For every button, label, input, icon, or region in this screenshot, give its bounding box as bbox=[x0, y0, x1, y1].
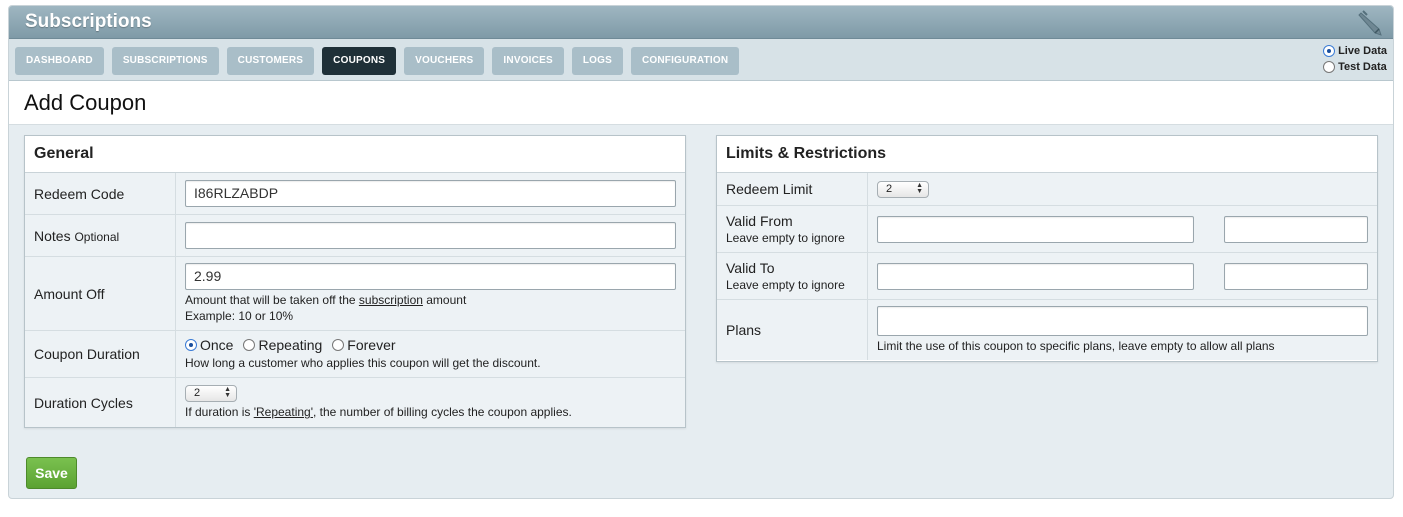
tab-customers[interactable]: CUSTOMERS bbox=[226, 47, 315, 75]
amount-off-input[interactable]: 2.99 bbox=[185, 263, 676, 290]
redeem-limit-field-wrap: 2 ▲ ▼ bbox=[868, 173, 1377, 205]
coupon-duration-field-wrap: Once Repeating Forever How long a custom… bbox=[176, 331, 685, 377]
plans-label: Plans bbox=[717, 300, 868, 360]
valid-to-label: Valid To Leave empty to ignore bbox=[717, 253, 868, 299]
live-data-option[interactable]: Live Data bbox=[1323, 43, 1387, 59]
pen-icon bbox=[1358, 10, 1382, 36]
select-arrows-icon: ▲ ▼ bbox=[916, 181, 923, 195]
tab-invoices[interactable]: INVOICES bbox=[492, 47, 564, 75]
test-data-radio[interactable] bbox=[1323, 61, 1336, 73]
tab-configuration[interactable]: CONFIGURATION bbox=[630, 47, 740, 75]
tab-logs[interactable]: LOGS bbox=[571, 47, 623, 75]
notes-field-wrap bbox=[176, 215, 685, 256]
notes-row: Notes Optional bbox=[25, 215, 685, 257]
coupon-duration-row: Coupon Duration Once Repeating Forever H… bbox=[25, 331, 685, 378]
valid-to-date-input[interactable] bbox=[877, 262, 1194, 290]
save-button[interactable]: Save bbox=[26, 457, 77, 489]
redeem-limit-select[interactable]: 2 ▲ ▼ bbox=[877, 180, 929, 198]
duration-repeating-radio[interactable] bbox=[243, 339, 256, 351]
valid-from-time-input[interactable] bbox=[1224, 215, 1368, 243]
app-window: Subscriptions DASHBOARD SUBSCRIPTIONS CU… bbox=[8, 5, 1394, 499]
coupon-duration-label: Coupon Duration bbox=[25, 331, 176, 377]
notes-label: Notes Optional bbox=[25, 215, 176, 256]
redeem-code-input[interactable]: I86RLZABDP bbox=[185, 180, 676, 207]
notes-input[interactable] bbox=[185, 222, 676, 249]
duration-once-radio[interactable] bbox=[185, 339, 197, 351]
tab-vouchers[interactable]: VOUCHERS bbox=[404, 47, 485, 75]
valid-from-label: Valid From Leave empty to ignore bbox=[717, 206, 868, 252]
amount-off-field-wrap: 2.99 Amount that will be taken off the s… bbox=[176, 257, 685, 330]
limits-panel: Limits & Restrictions Redeem Limit 2 ▲ ▼ … bbox=[716, 135, 1378, 362]
duration-cycles-help: If duration is 'Repeating', the number o… bbox=[185, 405, 572, 419]
subscription-link[interactable]: subscription bbox=[359, 293, 423, 307]
valid-to-row: Valid To Leave empty to ignore bbox=[717, 253, 1377, 300]
coupon-duration-help: How long a customer who applies this cou… bbox=[185, 356, 541, 370]
valid-to-time-input[interactable] bbox=[1224, 262, 1368, 290]
tab-subscriptions[interactable]: SUBSCRIPTIONS bbox=[111, 47, 219, 75]
plans-input[interactable] bbox=[877, 306, 1368, 336]
notes-optional-hint: Optional bbox=[74, 229, 120, 244]
redeem-code-field-wrap: I86RLZABDP bbox=[176, 173, 685, 214]
tab-dashboard[interactable]: DASHBOARD bbox=[15, 47, 104, 75]
duration-cycles-row: Duration Cycles 2 ▲ ▼ If duration is 'Rep… bbox=[25, 378, 685, 427]
title-bar: Subscriptions bbox=[9, 6, 1393, 39]
live-data-label: Live Data bbox=[1338, 45, 1387, 57]
redeem-code-label: Redeem Code bbox=[25, 173, 176, 214]
page-title: Add Coupon bbox=[24, 90, 147, 115]
amount-off-label: Amount Off bbox=[25, 257, 176, 330]
valid-to-field-wrap bbox=[868, 253, 1377, 299]
duration-cycles-select[interactable]: 2 ▲ ▼ bbox=[185, 385, 237, 402]
data-mode-switch: Live Data Test Data bbox=[1323, 43, 1387, 75]
valid-from-row: Valid From Leave empty to ignore bbox=[717, 206, 1377, 253]
valid-from-field-wrap bbox=[868, 206, 1377, 252]
amount-off-row: Amount Off 2.99 Amount that will be take… bbox=[25, 257, 685, 331]
app-title: Subscriptions bbox=[25, 11, 152, 32]
valid-from-date-input[interactable] bbox=[877, 215, 1194, 243]
duration-forever-option[interactable]: Forever bbox=[332, 337, 396, 353]
test-data-option[interactable]: Test Data bbox=[1323, 59, 1387, 75]
duration-forever-radio[interactable] bbox=[332, 339, 345, 351]
live-data-radio[interactable] bbox=[1323, 45, 1336, 57]
valid-from-hint: Leave empty to ignore bbox=[726, 231, 845, 245]
redeem-limit-label: Redeem Limit bbox=[717, 173, 868, 205]
duration-cycles-label: Duration Cycles bbox=[25, 378, 176, 427]
limits-heading: Limits & Restrictions bbox=[717, 136, 1377, 173]
plans-field-wrap: Limit the use of this coupon to specific… bbox=[868, 300, 1377, 360]
test-data-label: Test Data bbox=[1338, 61, 1387, 73]
general-heading: General bbox=[25, 136, 685, 173]
duration-cycles-field-wrap: 2 ▲ ▼ If duration is 'Repeating', the num… bbox=[176, 378, 685, 427]
valid-to-hint: Leave empty to ignore bbox=[726, 278, 845, 292]
general-panel: General Redeem Code I86RLZABDP Notes Opt… bbox=[24, 135, 686, 428]
plans-help: Limit the use of this coupon to specific… bbox=[877, 339, 1275, 353]
amount-off-help: Amount that will be taken off the subscr… bbox=[185, 293, 467, 307]
nav-tabs: DASHBOARD SUBSCRIPTIONS CUSTOMERS COUPON… bbox=[15, 47, 740, 75]
select-arrows-icon: ▲ ▼ bbox=[224, 386, 231, 399]
amount-off-example: Example: 10 or 10% bbox=[185, 309, 294, 323]
duration-once-option[interactable]: Once bbox=[185, 337, 233, 353]
duration-repeating-option[interactable]: Repeating bbox=[243, 337, 322, 353]
duration-radio-group: Once Repeating Forever bbox=[185, 337, 676, 353]
main-nav: DASHBOARD SUBSCRIPTIONS CUSTOMERS COUPON… bbox=[9, 39, 1393, 81]
redeem-limit-row: Redeem Limit 2 ▲ ▼ bbox=[717, 173, 1377, 206]
tab-coupons[interactable]: COUPONS bbox=[322, 47, 397, 75]
page-header: Add Coupon bbox=[9, 81, 1393, 125]
repeating-link[interactable]: 'Repeating' bbox=[254, 405, 313, 419]
redeem-code-row: Redeem Code I86RLZABDP bbox=[25, 173, 685, 215]
plans-row: Plans Limit the use of this coupon to sp… bbox=[717, 300, 1377, 360]
